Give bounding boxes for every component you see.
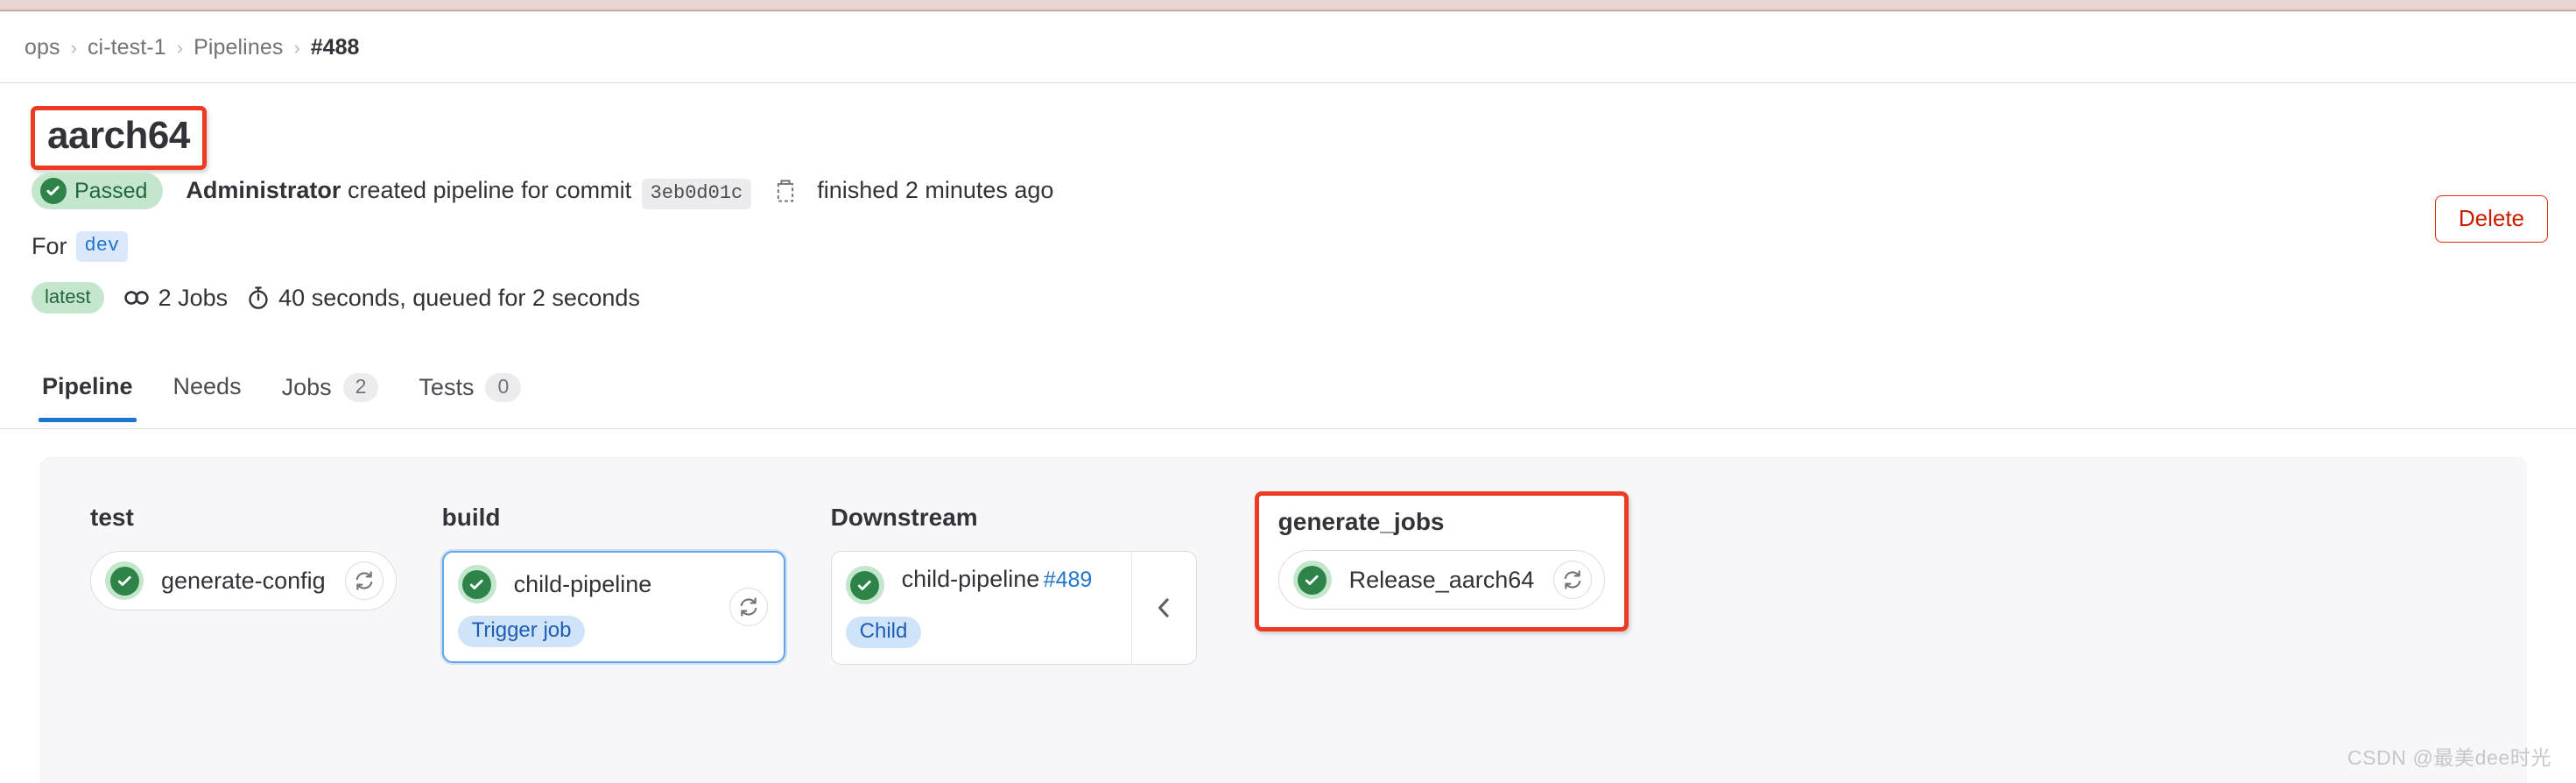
- commit-sha-link[interactable]: 3eb0d01c: [641, 179, 752, 210]
- browser-top-band: [0, 0, 2576, 11]
- pipeline-detail-page: ops › ci-test-1 › Pipelines › #488 aarch…: [0, 0, 2576, 783]
- stage-title: Downstream: [830, 504, 978, 531]
- status-success-icon: [40, 178, 67, 204]
- breadcrumb-item-pipelines[interactable]: Pipelines: [194, 37, 283, 59]
- stage-title: generate_jobs: [1277, 508, 1445, 535]
- status-badge: Passed: [32, 173, 164, 209]
- status-success-icon: [105, 561, 144, 600]
- red-annotation-box: aarch64: [31, 106, 207, 170]
- copy-to-clipboard-icon[interactable]: [774, 179, 797, 205]
- downstream-card-body: child-pipeline #489 Child: [832, 552, 1131, 664]
- pipeline-ref-row: For dev: [32, 231, 129, 262]
- pipeline-actor-link[interactable]: Administrator: [186, 177, 341, 203]
- latest-badge: latest: [32, 282, 104, 314]
- downstream-labels: child-pipeline #489: [902, 566, 1093, 593]
- job-child-pipeline-trigger[interactable]: child-pipeline Trigger job: [441, 551, 785, 663]
- retry-icon[interactable]: [728, 588, 768, 626]
- downstream-pipeline-id-link[interactable]: #489: [1044, 568, 1093, 592]
- pipeline-header: aarch64 Delete Passed Administrator crea…: [0, 84, 2576, 349]
- tab-tests[interactable]: Tests 0: [417, 366, 523, 423]
- status-success-icon: [457, 565, 496, 603]
- retry-icon[interactable]: [1553, 561, 1593, 599]
- breadcrumb-bar: ops › ci-test-1 › Pipelines › #488: [0, 13, 2576, 83]
- job-release-aarch64[interactable]: Release_aarch64: [1277, 550, 1606, 610]
- stage-test: test generate-config: [90, 504, 397, 610]
- job-generate-config[interactable]: generate-config: [90, 551, 397, 610]
- page-title: aarch64: [47, 114, 190, 157]
- watermark: CSDN @最美dee时光: [2347, 746, 2551, 769]
- breadcrumb-separator-icon: ›: [293, 36, 300, 59]
- status-success-disc: [850, 570, 880, 600]
- delete-button[interactable]: Delete: [2434, 195, 2548, 243]
- chevron-left-icon[interactable]: [1130, 552, 1196, 664]
- ref-badge[interactable]: dev: [75, 231, 129, 262]
- page-title-annotation: aarch64: [31, 106, 207, 170]
- breadcrumb: ops › ci-test-1 › Pipelines › #488: [0, 37, 359, 59]
- breadcrumb-separator-icon: ›: [70, 36, 77, 59]
- tab-label: Tests: [419, 374, 475, 401]
- tab-label: Needs: [172, 373, 242, 399]
- stage-title: build: [441, 504, 501, 531]
- downstream-pipeline-card[interactable]: child-pipeline #489 Child: [830, 551, 1197, 665]
- pipeline-meta-row: latest 2 Jobs 40 seconds, queued for 2 s…: [32, 282, 640, 314]
- pipeline-tabs: Pipeline Needs Jobs 2 Tests 0: [0, 366, 2576, 429]
- timer-icon: [247, 286, 270, 310]
- retry-icon[interactable]: [344, 561, 384, 600]
- red-annotation-box: generate_jobs Release_aarch64: [1254, 491, 1629, 631]
- pipeline-finished-text: finished 2 minutes ago: [817, 177, 1054, 204]
- pipeline-status-text: Administrator created pipeline for commi…: [186, 177, 1054, 210]
- stage-title: test: [90, 504, 134, 531]
- tab-pipeline[interactable]: Pipeline: [39, 366, 137, 422]
- breadcrumb-item-current: #488: [310, 35, 360, 60]
- pipeline-graph: test generate-config build child-pipelin…: [40, 457, 2527, 783]
- tab-count-badge: 2: [342, 373, 379, 403]
- pipeline-status-row: Passed Administrator created pipeline fo…: [32, 173, 1054, 210]
- duration-text: 40 seconds, queued for 2 seconds: [278, 284, 640, 311]
- child-badge[interactable]: Child: [845, 617, 922, 648]
- status-success-icon: [845, 566, 884, 604]
- jobs-count-text: 2 Jobs: [158, 284, 229, 311]
- status-success-disc: [462, 569, 492, 599]
- status-badge-label: Passed: [74, 178, 148, 203]
- breadcrumb-separator-icon: ›: [176, 36, 184, 59]
- breadcrumb-item-project[interactable]: ci-test-1: [88, 37, 166, 59]
- status-success-disc: [1298, 565, 1327, 595]
- pipeline-link-icon: [123, 288, 150, 307]
- status-success-icon: [1292, 561, 1332, 599]
- jobs-count-item: 2 Jobs: [123, 284, 229, 312]
- job-name: generate-config: [161, 567, 326, 594]
- tab-label: Jobs: [281, 374, 332, 401]
- stage-downstream: Downstream child-pipeline #489 Child: [830, 504, 1197, 665]
- tab-count-badge: 0: [485, 373, 522, 403]
- tab-jobs[interactable]: Jobs 2: [280, 366, 381, 423]
- tab-needs[interactable]: Needs: [172, 366, 243, 421]
- stage-build: build child-pipeline Trigger job: [441, 504, 785, 663]
- stage-generate-jobs: generate_jobs Release_aarch64: [1242, 491, 1629, 631]
- job-name: child-pipeline: [513, 570, 652, 597]
- pipeline-action-text: created pipeline for commit: [347, 177, 632, 204]
- for-label: For: [32, 233, 67, 259]
- downstream-pipeline-name: child-pipeline: [901, 566, 1040, 592]
- stage-list: test generate-config build child-pipelin…: [41, 458, 1674, 665]
- duration-item: 40 seconds, queued for 2 seconds: [247, 285, 640, 312]
- tab-label: Pipeline: [42, 373, 133, 399]
- status-success-disc: [109, 566, 139, 596]
- job-card-header: child-pipeline: [457, 565, 770, 603]
- breadcrumb-item-group[interactable]: ops: [25, 37, 60, 59]
- downstream-card-header: child-pipeline #489: [845, 566, 1116, 604]
- job-name: Release_aarch64: [1348, 566, 1535, 593]
- trigger-job-badge[interactable]: Trigger job: [457, 616, 586, 647]
